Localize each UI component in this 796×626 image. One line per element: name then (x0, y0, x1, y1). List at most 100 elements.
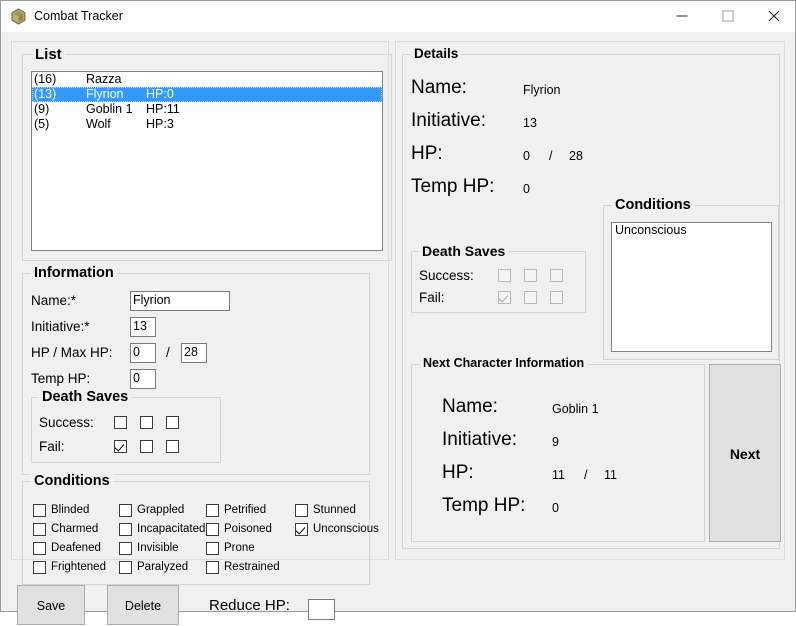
checkbox-icon[interactable] (295, 523, 308, 536)
left-panel: List (16) Razza (13) Flyrion HP:0 (9) Go… (11, 41, 392, 585)
checkbox-icon[interactable] (33, 542, 46, 555)
conditions-group: Conditions Blinded Charmed Deafened Frig… (22, 473, 379, 585)
list-item-hp: HP:0 (146, 87, 174, 101)
details-death-save-success-checkbox-3 (550, 269, 563, 282)
list-item[interactable]: (16) Razza (32, 72, 382, 87)
list-item-name: Flyrion (86, 87, 124, 101)
next-name-label: Name: (442, 396, 498, 417)
details-initiative-value: 13 (523, 116, 537, 130)
right-panel: Details Name: Flyrion Initiative: 13 HP:… (395, 41, 785, 560)
checkbox-icon[interactable] (206, 504, 219, 517)
next-max-hp-value: 11 (604, 468, 617, 482)
details-group: Details Name: Flyrion Initiative: 13 HP:… (402, 46, 781, 549)
condition-label: Petrified (224, 504, 267, 516)
checkbox-icon[interactable] (206, 523, 219, 536)
temp-hp-input[interactable]: 0 (130, 369, 156, 389)
list-item-name: Wolf (86, 117, 111, 131)
list-item-initiative: (9) (34, 102, 50, 116)
condition-label: Incapacitated (137, 523, 206, 535)
details-death-save-fail-checkbox-2 (524, 291, 537, 304)
reduce-hp-input[interactable] (308, 599, 335, 620)
condition-label: Prone (224, 542, 255, 554)
checkbox-icon[interactable] (119, 561, 132, 574)
list-item[interactable]: (13) Flyrion HP:0 (32, 87, 382, 102)
checkbox-icon[interactable] (206, 561, 219, 574)
condition-entry: Unconscious (615, 223, 687, 237)
list-item-initiative: (5) (34, 117, 50, 131)
maximize-icon (722, 10, 734, 22)
maximize-button[interactable] (705, 1, 751, 31)
list-group: List (16) Razza (13) Flyrion HP:0 (9) Go… (22, 46, 392, 261)
initiative-input[interactable]: 13 (130, 317, 156, 337)
list-item[interactable]: (9) Goblin 1 HP:11 (32, 102, 382, 117)
checkbox-icon[interactable] (119, 504, 132, 517)
condition-label: Charmed (51, 523, 99, 535)
details-conditions-group: Conditions Unconscious (603, 197, 779, 360)
list-item[interactable]: Unconscious (612, 223, 771, 238)
list-item-hp: HP:3 (146, 117, 174, 131)
next-button[interactable]: Next (709, 364, 781, 542)
checkbox-icon[interactable] (33, 561, 46, 574)
death-save-fail-checkbox-2[interactable] (140, 440, 153, 453)
death-save-fail-checkbox-1[interactable] (114, 440, 127, 453)
list-item[interactable]: (5) Wolf HP:3 (32, 117, 382, 132)
minimize-button[interactable] (659, 1, 705, 31)
list-group-label: List (32, 46, 65, 63)
list-item-name: Razza (86, 72, 122, 86)
checkbox-icon[interactable] (33, 523, 46, 536)
next-initiative-value: 9 (552, 435, 559, 449)
next-temp-hp-label: Temp HP: (442, 495, 526, 516)
details-death-save-fail-checkbox-3 (550, 291, 563, 304)
next-initiative-label: Initiative: (442, 429, 517, 450)
details-temp-hp-label: Temp HP: (411, 176, 495, 197)
checkbox-icon[interactable] (33, 504, 46, 517)
next-hp-label: HP: (442, 462, 474, 483)
next-hp-value: 11 (552, 468, 565, 482)
details-death-save-fail-checkbox-1 (498, 291, 511, 304)
checkbox-icon[interactable] (119, 523, 132, 536)
condition-label: Stunned (313, 504, 356, 516)
condition-label: Grappled (137, 504, 185, 516)
delete-button[interactable]: Delete (107, 585, 179, 625)
close-icon (768, 10, 780, 22)
details-hp-value: 0 (523, 149, 530, 163)
next-hp-separator: / (584, 468, 588, 482)
name-label: Name:* (31, 293, 77, 308)
hp-max-hp-label: HP / Max HP: (31, 345, 113, 360)
death-save-success-checkbox-2[interactable] (140, 416, 153, 429)
details-death-save-success-checkbox-1 (498, 269, 511, 282)
combat-list[interactable]: (16) Razza (13) Flyrion HP:0 (9) Goblin … (31, 71, 383, 251)
hp-input[interactable]: 0 (130, 343, 156, 363)
d20-die-icon (10, 8, 27, 25)
death-save-fail-checkbox-3[interactable] (166, 440, 179, 453)
death-saves-group: Death Saves Success: Fail: (31, 389, 221, 463)
minimize-icon (676, 15, 688, 17)
details-death-save-success-checkbox-2 (524, 269, 537, 282)
list-item-initiative: (16) (34, 72, 57, 86)
checkbox-icon[interactable] (295, 504, 308, 517)
condition-label: Poisoned (224, 523, 272, 535)
death-save-success-checkbox-1[interactable] (114, 416, 127, 429)
details-group-label: Details (411, 46, 462, 62)
close-button[interactable] (751, 1, 796, 31)
next-character-group: Next Character Information Name: Goblin … (411, 356, 705, 542)
reduce-hp-label: Reduce HP: (209, 597, 290, 614)
details-hp-separator: / (549, 149, 553, 163)
name-input[interactable]: Flyrion (130, 291, 230, 311)
condition-label: Blinded (51, 504, 90, 516)
details-temp-hp-value: 0 (523, 182, 530, 196)
death-save-success-checkbox-3[interactable] (166, 416, 179, 429)
max-hp-input[interactable]: 28 (181, 343, 207, 363)
death-save-fail-label: Fail: (39, 439, 65, 454)
details-initiative-label: Initiative: (411, 110, 486, 131)
condition-label: Frightened (51, 561, 106, 573)
details-name-value: Flyrion (523, 83, 561, 97)
death-saves-group-label: Death Saves (39, 389, 132, 406)
checkbox-icon[interactable] (206, 542, 219, 555)
details-conditions-list[interactable]: Unconscious (611, 222, 772, 352)
checkbox-icon[interactable] (119, 542, 132, 555)
condition-label: Paralyzed (137, 561, 189, 573)
save-button[interactable]: Save (17, 585, 85, 625)
title-bar: Combat Tracker (1, 1, 795, 33)
list-item-name: Goblin 1 (86, 102, 133, 116)
